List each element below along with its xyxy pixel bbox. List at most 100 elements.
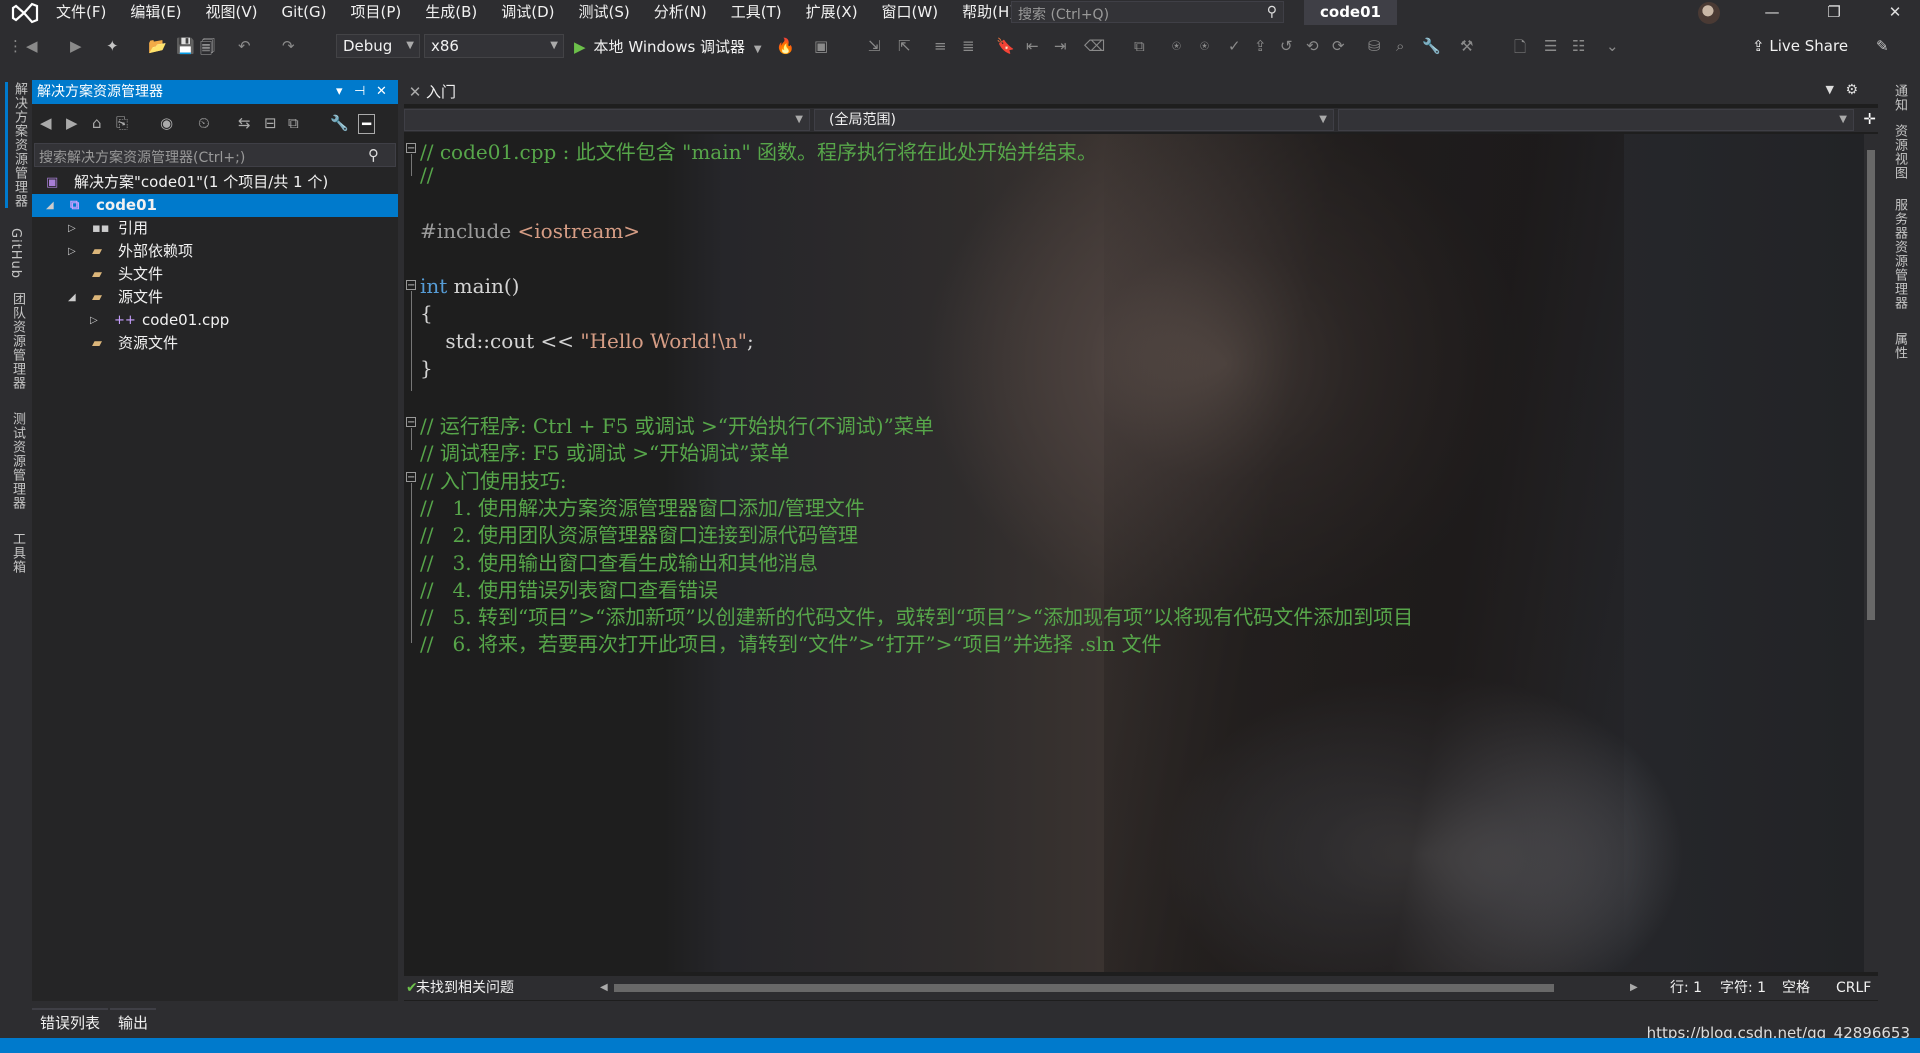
preview-selected-icon[interactable]: ━ (358, 114, 376, 134)
forward-icon[interactable]: ▶ (66, 114, 78, 132)
close-tab-icon[interactable]: ✕ (404, 80, 426, 104)
pin-icon[interactable]: ⊣ (354, 80, 365, 104)
show-all-files-icon[interactable]: ⧉ (288, 114, 299, 132)
find-icon[interactable]: ⌕ (1396, 37, 1404, 55)
new-project-icon[interactable]: ✦ (106, 37, 119, 55)
tab-notifications[interactable]: 通知 (1890, 84, 1909, 112)
search-input[interactable]: 搜索 (Ctrl+Q) ⚲ (1011, 1, 1284, 23)
fold-toggle-icon[interactable]: − (406, 143, 416, 154)
fold-toggle-icon[interactable]: − (406, 417, 416, 428)
code-text-area[interactable]: − // code01.cpp : 此文件包含 "main" 函数。程序执行将在… (404, 134, 1864, 972)
pending-changes-icon[interactable]: ⏲ (198, 114, 210, 132)
tab-properties[interactable]: 属性 (1890, 332, 1909, 360)
tree-item-header-files[interactable]: ▰ 头文件 (32, 263, 398, 286)
tools-icon[interactable]: ⚒ (1460, 37, 1473, 55)
redo-icon[interactable]: ↷ (282, 37, 295, 55)
vertical-scrollbar[interactable] (1864, 134, 1878, 972)
menu-git[interactable]: Git(G) (270, 0, 339, 25)
hot-reload-icon[interactable]: 🔥 (776, 37, 795, 55)
tree-item-resource-files[interactable]: ▰ 资源文件 (32, 332, 398, 355)
scope-select[interactable]: (全局范围) ▼ (814, 109, 1334, 131)
upload-icon[interactable]: ⇪ (1254, 37, 1267, 55)
menu-edit[interactable]: 编辑(E) (118, 0, 193, 25)
start-debugging-button[interactable]: ▶ 本地 Windows 调试器 ▼ (574, 35, 762, 59)
solution-search-input[interactable]: 搜索解决方案资源管理器(Ctrl+;) ⚲ (34, 143, 396, 167)
tab-getting-started[interactable]: ✕ 入门 (404, 80, 456, 104)
wrench-icon[interactable]: 🔧 (1422, 37, 1441, 55)
settings-gear-icon[interactable]: ⚙ (1845, 82, 1858, 98)
collapsed-arrow-icon[interactable]: ▷ (68, 240, 76, 263)
menu-analyze[interactable]: 分析(N) (642, 0, 719, 25)
menu-extensions[interactable]: 扩展(X) (794, 0, 870, 25)
step-icon[interactable]: ⇲ (868, 37, 881, 55)
list-icon[interactable]: ☰ (1544, 37, 1557, 55)
project-scope-select[interactable]: ▼ (404, 109, 810, 131)
tree-item-solution[interactable]: ▣ 解决方案"code01"(1 个项目/共 1 个) (32, 171, 398, 194)
breakpoint-disable-icon[interactable]: ⍟ (1200, 37, 1209, 55)
tree-item-code01-cpp[interactable]: ▷ ++ code01.cpp (32, 309, 398, 332)
scrollbar-thumb[interactable] (1867, 150, 1875, 620)
column-indicator[interactable]: 字符: 1 (1720, 976, 1766, 1000)
menu-tools[interactable]: 工具(T) (719, 0, 794, 25)
platform-select[interactable]: x86 ▼ (424, 34, 564, 58)
undo-close-icon[interactable]: ↺ (1280, 37, 1293, 55)
menu-view[interactable]: 视图(V) (194, 0, 270, 25)
split-editor-icon[interactable]: ✛ (1863, 110, 1876, 128)
minimize-icon[interactable]: — (1749, 0, 1795, 25)
close-icon[interactable]: ✕ (1872, 0, 1918, 25)
clear-bookmarks-icon[interactable]: ⌫ (1084, 37, 1105, 55)
globe-icon[interactable]: ◉ (160, 114, 173, 132)
member-select[interactable]: ▼ (1338, 109, 1854, 131)
scroll-left-icon[interactable]: ◀ (600, 976, 608, 1000)
tab-error-list[interactable]: 错误列表 (32, 1008, 109, 1035)
comment-icon[interactable]: ≡ (934, 37, 947, 55)
collapsed-arrow-icon[interactable]: ▷ (90, 309, 98, 332)
visual-studio-logo-icon[interactable] (10, 0, 40, 25)
switch-views-icon[interactable]: ⎘ (116, 114, 128, 132)
tab-list-icon[interactable]: ▼ (1826, 83, 1834, 96)
undo-icon[interactable]: ↶ (238, 37, 251, 55)
menu-window[interactable]: 窗口(W) (870, 0, 951, 25)
menu-build[interactable]: 生成(B) (413, 0, 489, 25)
tab-output[interactable]: 输出 (110, 1008, 157, 1035)
collapsed-arrow-icon[interactable]: ▷ (68, 217, 76, 240)
outline-icon[interactable]: ☷ (1572, 37, 1585, 55)
document-icon[interactable]: 🗋 (1514, 37, 1526, 62)
uncomment-icon[interactable]: ≣ (962, 37, 975, 55)
save-all-icon[interactable]: 🗐 (200, 37, 215, 62)
refresh-icon[interactable]: ⟳ (1332, 37, 1345, 55)
fold-toggle-icon[interactable]: − (406, 472, 416, 483)
indent-mode[interactable]: 空格 (1782, 976, 1810, 1000)
bookmark-icon[interactable]: 🔖 (996, 37, 1015, 55)
menu-file[interactable]: 文件(F) (44, 0, 118, 25)
properties-icon[interactable]: 🔧 (330, 114, 349, 132)
tab-test-explorer[interactable]: 测试资源管理器 (8, 412, 27, 510)
sync-icon[interactable]: ⇆ (238, 114, 251, 132)
next-bookmark-icon[interactable]: ⇥ (1054, 37, 1067, 55)
restore-icon[interactable]: ❐ (1811, 0, 1857, 25)
tab-solution-explorer[interactable]: 解决方案资源管理器 (5, 82, 29, 208)
save-icon[interactable]: 💾 (176, 37, 195, 55)
collapse-all-icon[interactable]: ⊟ (264, 114, 277, 132)
back-icon[interactable]: ◀ (40, 114, 52, 132)
feedback-icon[interactable]: ✎ (1876, 37, 1889, 55)
toolbar-options-icon[interactable]: ⌄ (1606, 37, 1619, 55)
horizontal-scrollbar-thumb[interactable] (614, 984, 1554, 992)
close-icon[interactable]: ✕ (376, 80, 387, 104)
check-icon[interactable]: ✓ (1228, 37, 1241, 55)
navigate-forward-icon[interactable]: ▶ (70, 37, 82, 55)
prev-bookmark-icon[interactable]: ⇤ (1026, 37, 1039, 55)
step-over-icon[interactable]: ⇱ (898, 37, 911, 55)
panel-menu-icon[interactable]: ▾ (336, 80, 343, 104)
tab-resource-view[interactable]: 资源视图 (1890, 124, 1909, 180)
fold-toggle-icon[interactable]: − (406, 280, 416, 291)
window-icon[interactable]: ⧉ (1134, 37, 1145, 55)
history-icon[interactable]: ⟲ (1306, 37, 1319, 55)
line-indicator[interactable]: 行: 1 (1670, 976, 1702, 1000)
tab-server-explorer[interactable]: 服务器资源管理器 (1890, 198, 1909, 310)
tree-item-source-files[interactable]: ◢ ▰ 源文件 (32, 286, 398, 309)
browser-link-icon[interactable]: ▣ (814, 37, 828, 55)
live-share-button[interactable]: ⇪ Live Share (1752, 37, 1848, 55)
tab-github[interactable]: GitHub (8, 228, 23, 279)
issues-status[interactable]: 未找到相关问题 (416, 976, 514, 1000)
